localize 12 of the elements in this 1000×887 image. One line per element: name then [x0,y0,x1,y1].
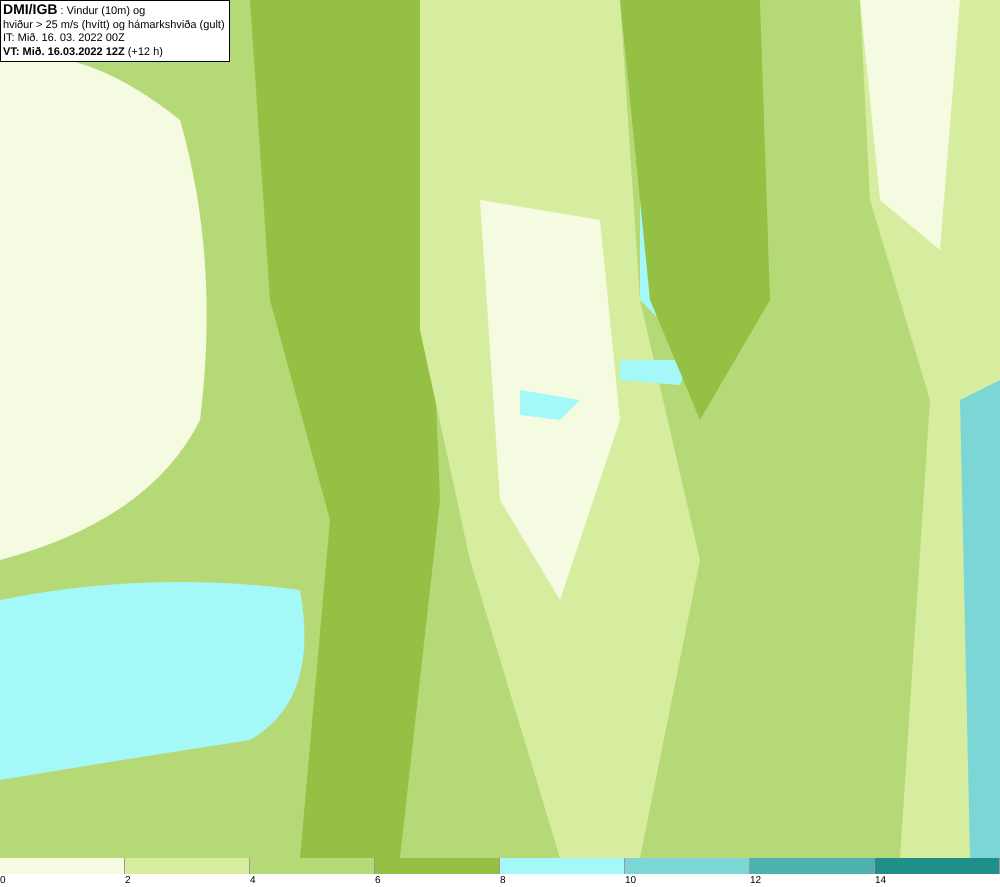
legend-label: 14 [875,875,886,886]
legend-label: 6 [375,875,381,886]
legend-label: 0 [0,875,6,886]
title-line: VT: Mið. 16.03.2022 12Z (+12 h) [3,46,164,59]
title-line: hviður > 25 m/s (hvítt) og hámarkshviða (gult) [3,18,225,32]
legend-label: 2 [125,875,131,886]
title-line: DMI/IGB : Vindur (10m) og [3,3,146,18]
legend-label: 8 [500,875,506,886]
legend-label: 12 [750,875,762,886]
legend-label: 10 [625,875,636,886]
legend-label: 4 [250,875,256,886]
title-line: IT: Mið. 16. 03. 2022 00Z [3,32,126,46]
